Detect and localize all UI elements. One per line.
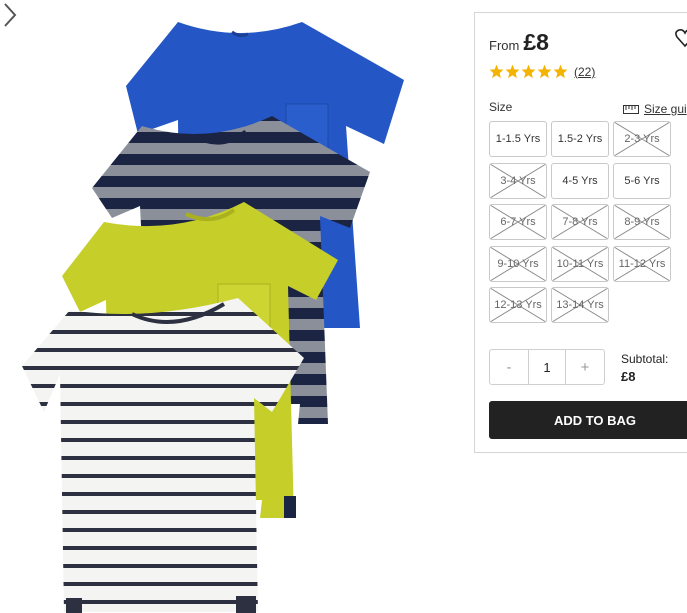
size-label: Size xyxy=(489,100,513,114)
size-option[interactable]: 13-14 Yrs xyxy=(551,287,609,323)
chevron-right-icon[interactable] xyxy=(0,0,20,30)
tshirt-pack-illustration xyxy=(22,22,404,613)
quantity-decrease-button[interactable]: - xyxy=(490,350,528,384)
size-option[interactable]: 10-11 Yrs xyxy=(551,245,609,282)
size-option-label: 7-8 Yrs xyxy=(562,216,598,228)
size-guide-link[interactable]: Size gui xyxy=(623,102,687,116)
size-guide-label: Size gui xyxy=(644,102,687,116)
size-option-label: 9-10 Yrs xyxy=(497,257,539,270)
price-value: £8 xyxy=(523,29,549,55)
size-option[interactable]: 11-12 Yrs xyxy=(613,245,671,282)
product-image xyxy=(0,0,470,613)
size-option-label: 2-3 Yrs xyxy=(624,133,660,145)
product-panel: From £8 (22) Size Size gui 1-1.5 Yrs 1.5-… xyxy=(474,12,687,453)
heart-icon[interactable] xyxy=(675,27,687,49)
size-option-label: 1-1.5 Yrs xyxy=(495,133,541,145)
size-option[interactable]: 4-5 Yrs xyxy=(551,162,609,199)
size-option-label: 12-13 Yrs xyxy=(494,299,542,311)
subtotal-label: Subtotal: xyxy=(621,352,669,366)
rating: (22) xyxy=(489,64,595,79)
size-option[interactable]: 5-6 Yrs xyxy=(613,162,671,199)
quantity-value[interactable]: 1 xyxy=(528,350,566,384)
size-option-label: 8-9 Yrs xyxy=(624,216,660,228)
size-option-label: 6-7 Yrs xyxy=(500,216,536,228)
size-option[interactable]: 6-7 Yrs xyxy=(489,204,547,240)
ruler-icon xyxy=(623,104,639,114)
size-option-label: 11-12 Yrs xyxy=(618,257,666,270)
size-option[interactable]: 1-1.5 Yrs xyxy=(489,121,547,157)
size-option-label: 5-6 Yrs xyxy=(624,174,660,187)
star-icon xyxy=(553,64,568,79)
add-to-bag-button[interactable]: ADD TO BAG xyxy=(489,401,687,439)
size-option-label: 10-11 Yrs xyxy=(556,257,604,270)
size-option-label: 1.5-2 Yrs xyxy=(557,133,603,145)
size-option[interactable]: 8-9 Yrs xyxy=(613,204,671,240)
review-count-link[interactable]: (22) xyxy=(574,65,595,79)
size-option[interactable]: 1.5-2 Yrs xyxy=(551,121,609,157)
price-prefix: From xyxy=(489,38,520,53)
size-option-label: 3-4 Yrs xyxy=(500,174,536,187)
star-icon xyxy=(521,64,536,79)
size-option[interactable]: 9-10 Yrs xyxy=(489,245,547,282)
quantity-stepper: - 1 + xyxy=(489,349,605,385)
size-option-label: 13-14 Yrs xyxy=(556,299,604,311)
star-icon xyxy=(489,64,504,79)
size-option[interactable]: 7-8 Yrs xyxy=(551,204,609,240)
quantity-increase-button[interactable]: + xyxy=(566,350,604,384)
star-icon xyxy=(537,64,552,79)
size-option[interactable]: 12-13 Yrs xyxy=(489,287,547,323)
size-option[interactable]: 3-4 Yrs xyxy=(489,162,547,199)
size-option-label: 4-5 Yrs xyxy=(562,174,598,187)
subtotal-value: £8 xyxy=(621,369,636,384)
star-icon xyxy=(505,64,520,79)
size-option[interactable]: 2-3 Yrs xyxy=(613,121,671,157)
price-row: From £8 xyxy=(489,29,549,56)
